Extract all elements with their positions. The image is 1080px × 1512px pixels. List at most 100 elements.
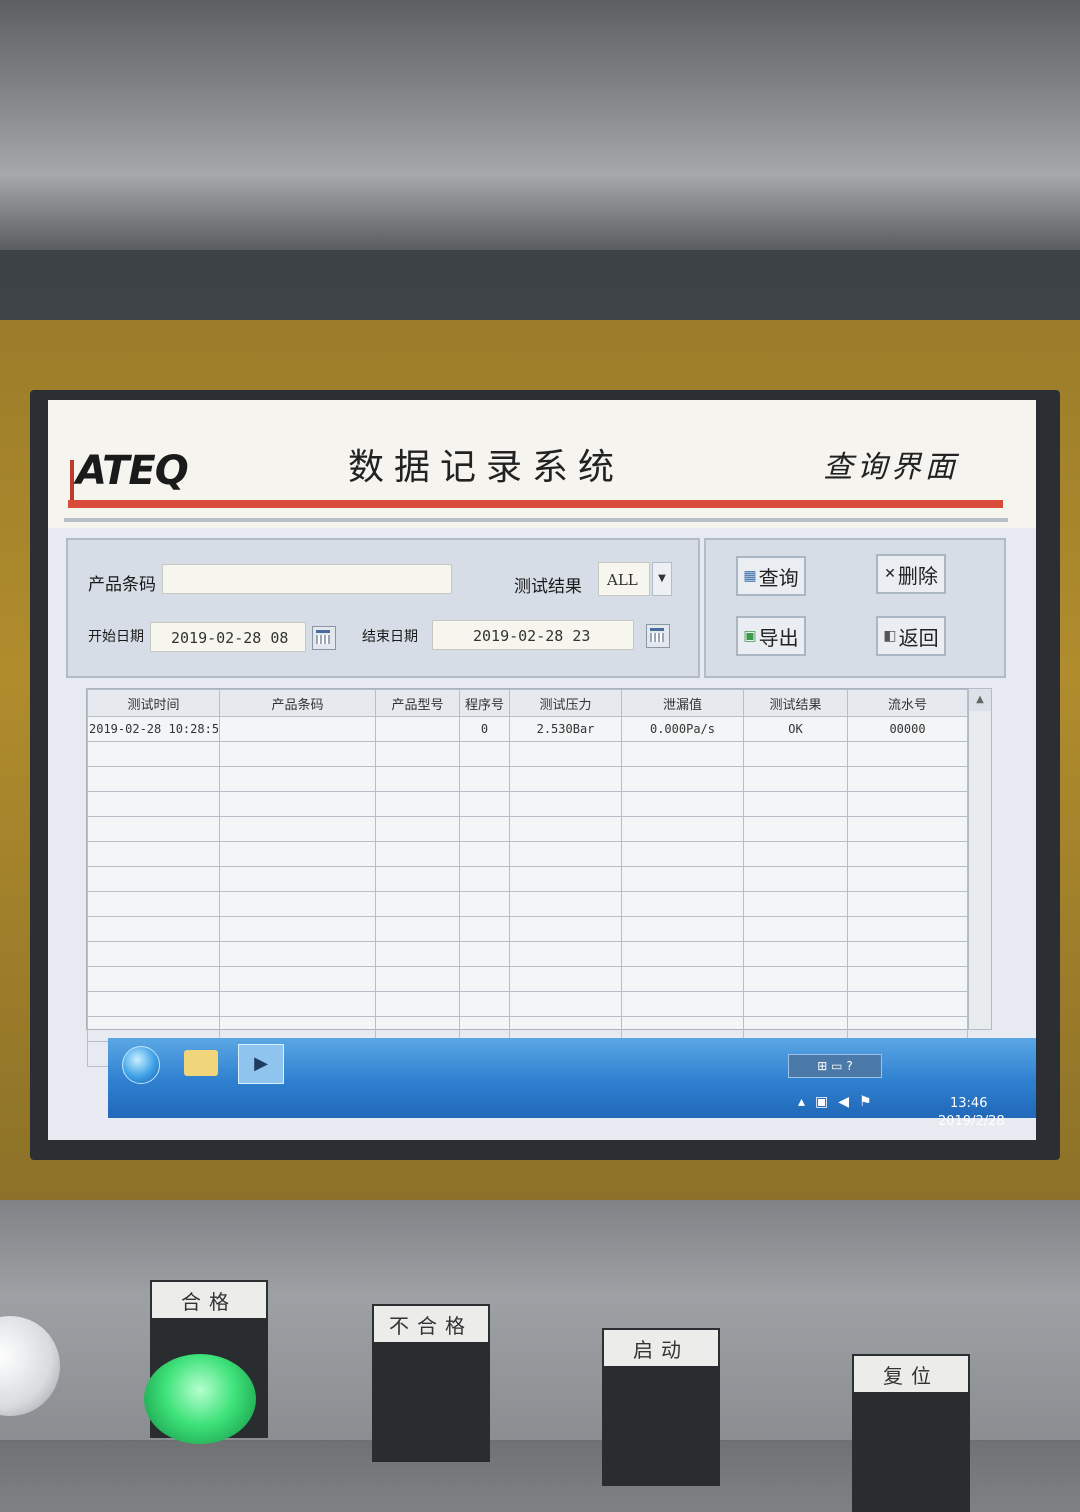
col-barcode[interactable]: 产品条码: [219, 689, 376, 717]
table-cell: [743, 916, 848, 942]
close-icon: ✕: [884, 566, 896, 582]
result-dropdown-icon[interactable]: ▼: [652, 562, 672, 596]
table-cell: [621, 816, 744, 842]
start-date-label: 开始日期: [88, 629, 144, 645]
col-serial[interactable]: 流水号: [847, 689, 968, 717]
table-cell: [375, 816, 460, 842]
table-cell: [743, 841, 848, 867]
result-select[interactable]: ALL: [598, 562, 650, 596]
delete-button[interactable]: ✕ 删除: [876, 554, 946, 594]
table-row[interactable]: [87, 741, 968, 767]
table-cell: [459, 841, 510, 867]
table-cell: [621, 866, 744, 892]
explorer-icon[interactable]: [184, 1050, 218, 1076]
export-button[interactable]: ▣ 导出: [736, 616, 806, 656]
col-pressure[interactable]: 测试压力: [509, 689, 622, 717]
back-button[interactable]: ◧ 返回: [876, 616, 946, 656]
clock-date[interactable]: 2019/2/28: [938, 1114, 1005, 1129]
table-cell: [847, 941, 968, 967]
table-cell: [459, 816, 510, 842]
start-button[interactable]: [122, 1046, 160, 1084]
start-plate: 启动: [602, 1328, 720, 1368]
control-panel: 合格 不合格 启动 复位: [0, 1200, 1080, 1512]
table-cell: [743, 866, 848, 892]
header-divider-grey: [64, 518, 1008, 522]
table-cell: [87, 866, 220, 892]
ateq-logo: ATEQ: [76, 448, 189, 494]
col-result[interactable]: 测试结果: [743, 689, 848, 717]
start-date-input[interactable]: 2019-02-28 08: [150, 622, 306, 652]
end-date-label-text: 结束日期: [362, 629, 418, 645]
system-tray-icons[interactable]: ▴▣◀⚑: [798, 1094, 882, 1110]
table-cell: [509, 916, 622, 942]
action-panel: ▦ 查询 ✕ 删除 ▣ 导出 ◧ 返回: [704, 538, 1006, 678]
result-label: 测试结果: [514, 577, 582, 597]
query-button[interactable]: ▦ 查询: [736, 556, 806, 596]
table-row[interactable]: [87, 991, 968, 1017]
table-cell: [375, 891, 460, 917]
cell-model: [375, 716, 460, 742]
clock-time[interactable]: 13:46: [950, 1096, 987, 1111]
table-cell: [743, 791, 848, 817]
end-date-input[interactable]: 2019-02-28 23: [432, 620, 634, 650]
language-bar[interactable]: ⊞ ▭ ?: [788, 1054, 882, 1078]
table-cell: [621, 741, 744, 767]
table-cell: [375, 866, 460, 892]
table-row[interactable]: [87, 966, 968, 992]
start-housing: [602, 1366, 720, 1486]
table-cell: [375, 941, 460, 967]
cell-leak: 0.000Pa/s: [621, 716, 744, 742]
table-cell: [87, 816, 220, 842]
table-row[interactable]: [87, 891, 968, 917]
col-program[interactable]: 程序号: [459, 689, 510, 717]
table-cell: [459, 891, 510, 917]
spreadsheet-icon: ▣: [743, 628, 757, 644]
table-cell: [847, 966, 968, 992]
table-cell: [621, 941, 744, 967]
table-row[interactable]: [87, 941, 968, 967]
table-cell: [219, 966, 376, 992]
table-cell: [87, 991, 220, 1017]
table-cell: [375, 966, 460, 992]
table-cell: [509, 891, 622, 917]
table-row[interactable]: 2019-02-28 10:28:52 0 2.530Bar 0.000Pa/s…: [87, 716, 968, 742]
table-row[interactable]: [87, 866, 968, 892]
table-cell: [87, 741, 220, 767]
wall: [0, 0, 1080, 250]
table-cell: [509, 766, 622, 792]
query-label: 查询: [758, 565, 799, 590]
start-push-button[interactable]: 启动: [602, 1328, 720, 1486]
col-test-time[interactable]: 测试时间: [87, 689, 220, 717]
table-row[interactable]: [87, 816, 968, 842]
table-cell: [743, 891, 848, 917]
delete-label: 删除: [897, 563, 938, 588]
table-cell: [219, 766, 376, 792]
scroll-up-icon[interactable]: ▲: [969, 689, 991, 711]
table-cell: [509, 866, 622, 892]
table-cell: [87, 766, 220, 792]
table-row[interactable]: [87, 791, 968, 817]
table-row[interactable]: [87, 841, 968, 867]
barcode-input[interactable]: [162, 564, 452, 594]
table-scrollbar[interactable]: ▲: [968, 688, 992, 1030]
table-cell: [509, 791, 622, 817]
table-cell: [743, 966, 848, 992]
table-header-row: 测试时间 产品条码 产品型号 程序号 测试压力 泄漏值 测试结果 流水号: [87, 689, 968, 717]
table-cell: [621, 791, 744, 817]
filter-panel: 产品条码 测试结果 ALL ▼ 开始日期 2019-02-28 08 结束日期 …: [66, 538, 700, 678]
results-table: 测试时间 产品条码 产品型号 程序号 测试压力 泄漏值 测试结果 流水号 201…: [86, 688, 968, 1067]
cell-barcode: [219, 716, 376, 742]
table-cell: [375, 791, 460, 817]
table-cell: [847, 766, 968, 792]
table-cell: [87, 841, 220, 867]
table-row[interactable]: [87, 916, 968, 942]
table-cell: [509, 816, 622, 842]
col-model[interactable]: 产品型号: [375, 689, 460, 717]
table-row[interactable]: [87, 766, 968, 792]
start-calendar-icon[interactable]: [312, 626, 336, 650]
app-taskbar-icon[interactable]: ▶: [238, 1044, 284, 1084]
end-calendar-icon[interactable]: [646, 624, 670, 648]
table-cell: [621, 766, 744, 792]
reset-push-button[interactable]: 复位: [852, 1354, 970, 1512]
col-leak[interactable]: 泄漏值: [621, 689, 744, 717]
